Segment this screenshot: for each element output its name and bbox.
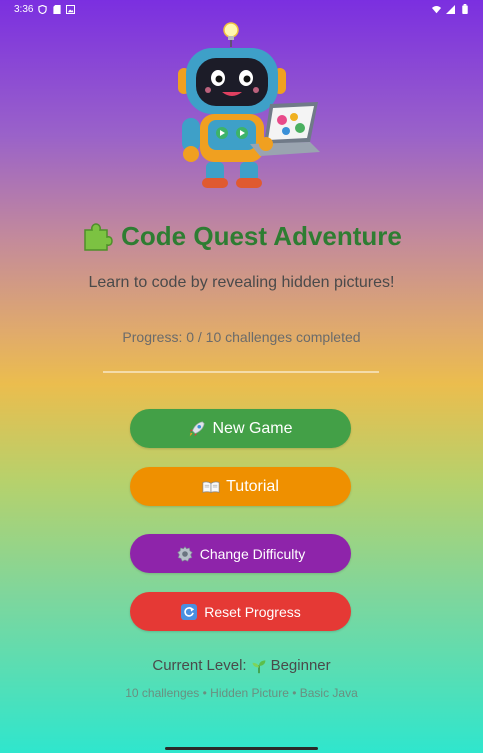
gear-icon — [176, 545, 194, 563]
robot-mascot-image — [170, 20, 325, 190]
new-game-label: New Game — [212, 419, 293, 437]
status-time: 3:36 — [14, 3, 34, 15]
sd-card-icon — [52, 4, 61, 14]
seedling-icon — [251, 658, 267, 674]
reset-progress-button[interactable]: Reset Progress — [130, 592, 351, 631]
progress-status-text: Progress: 0 / 10 challenges completed — [122, 329, 361, 345]
open-book-icon — [202, 478, 220, 496]
tutorial-label: Tutorial — [226, 477, 279, 495]
app-title: Code Quest Adventure — [0, 220, 483, 252]
app-subtitle: Learn to code by revealing hidden pictur… — [88, 274, 395, 291]
status-left: 3:36 — [14, 3, 76, 15]
image-notification-icon — [66, 4, 76, 14]
change-difficulty-button[interactable]: Change Difficulty — [130, 534, 351, 573]
signal-icon — [446, 4, 455, 14]
current-level-label: Current Level: — [152, 657, 247, 674]
app-title-text: Code Quest Adventure — [121, 220, 402, 251]
change-difficulty-label: Change Difficulty — [199, 545, 306, 562]
rocket-icon — [188, 420, 206, 438]
reset-progress-label: Reset Progress — [204, 603, 301, 620]
current-level-value: Beginner — [270, 657, 331, 674]
new-game-button[interactable]: New Game — [130, 409, 351, 448]
status-bar: 3:36 — [0, 0, 483, 18]
app-screen: 3:36 Code Quest Adventure Learn to code … — [0, 0, 483, 753]
battery-icon — [460, 4, 469, 14]
level-details: 10 challenges • Hidden Picture • Basic J… — [125, 686, 358, 700]
current-level: Current Level: Beginner — [0, 657, 483, 674]
shield-icon — [38, 4, 48, 14]
wifi-icon — [432, 5, 441, 14]
refresh-icon — [180, 603, 198, 621]
status-right — [432, 4, 469, 14]
tutorial-button[interactable]: Tutorial — [130, 467, 351, 506]
home-indicator[interactable] — [165, 747, 318, 750]
divider — [103, 371, 379, 373]
puzzle-icon — [81, 220, 113, 252]
